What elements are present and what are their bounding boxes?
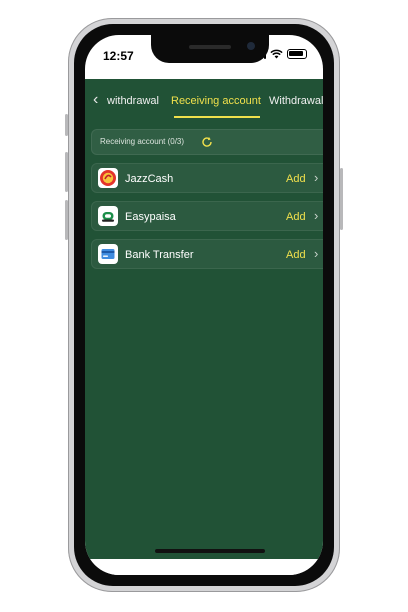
receiving-account-count: Receiving account (0/3)	[100, 137, 185, 146]
payment-method-jazzcash[interactable]: JazzCash Add ›	[91, 163, 323, 193]
method-name: JazzCash	[125, 173, 174, 185]
home-area	[85, 559, 323, 575]
active-tab-indicator	[174, 116, 260, 118]
mute-switch	[65, 114, 68, 136]
refresh-icon[interactable]	[201, 136, 213, 148]
phone-bezel: 12:57 ‹ withdrawal Receiving account Wit…	[74, 24, 334, 586]
front-camera	[247, 42, 255, 50]
easypaisa-logo-icon	[98, 206, 118, 226]
app-screen: ‹ withdrawal Receiving account Withdrawa…	[85, 79, 323, 559]
battery-icon	[287, 49, 307, 59]
chevron-left-icon[interactable]: ‹	[93, 91, 98, 109]
phone-frame: 12:57 ‹ withdrawal Receiving account Wit…	[65, 18, 343, 592]
tab-bar: ‹ withdrawal Receiving account Withdrawa…	[85, 79, 323, 123]
add-easypaisa-button[interactable]: Add	[286, 211, 306, 223]
power-button	[340, 168, 343, 230]
tab-withdrawal[interactable]: withdrawal	[107, 95, 159, 107]
add-jazzcash-button[interactable]: Add	[286, 173, 306, 185]
volume-up-button	[65, 152, 68, 192]
payment-method-bank-transfer[interactable]: Bank Transfer Add ›	[91, 239, 323, 269]
status-time: 12:57	[103, 49, 134, 63]
payment-method-easypaisa[interactable]: Easypaisa Add ›	[91, 201, 323, 231]
chevron-right-icon: ›	[314, 170, 319, 185]
add-bank-transfer-button[interactable]: Add	[286, 249, 306, 261]
home-indicator[interactable]	[155, 549, 265, 553]
speaker-grille	[189, 45, 231, 49]
volume-down-button	[65, 200, 68, 240]
bank-card-icon	[98, 244, 118, 264]
receiving-account-header: Receiving account (0/3)	[91, 129, 323, 155]
wifi-icon	[270, 49, 283, 59]
method-name: Bank Transfer	[125, 249, 194, 261]
method-name: Easypaisa	[125, 211, 176, 223]
jazzcash-logo-icon	[98, 168, 118, 188]
chevron-right-icon: ›	[314, 246, 319, 261]
tab-withdrawal-records[interactable]: Withdrawal	[269, 95, 323, 107]
chevron-right-icon: ›	[314, 208, 319, 223]
screen: 12:57 ‹ withdrawal Receiving account Wit…	[85, 35, 323, 575]
notch	[151, 35, 269, 63]
tab-receiving-account[interactable]: Receiving account	[171, 95, 261, 107]
